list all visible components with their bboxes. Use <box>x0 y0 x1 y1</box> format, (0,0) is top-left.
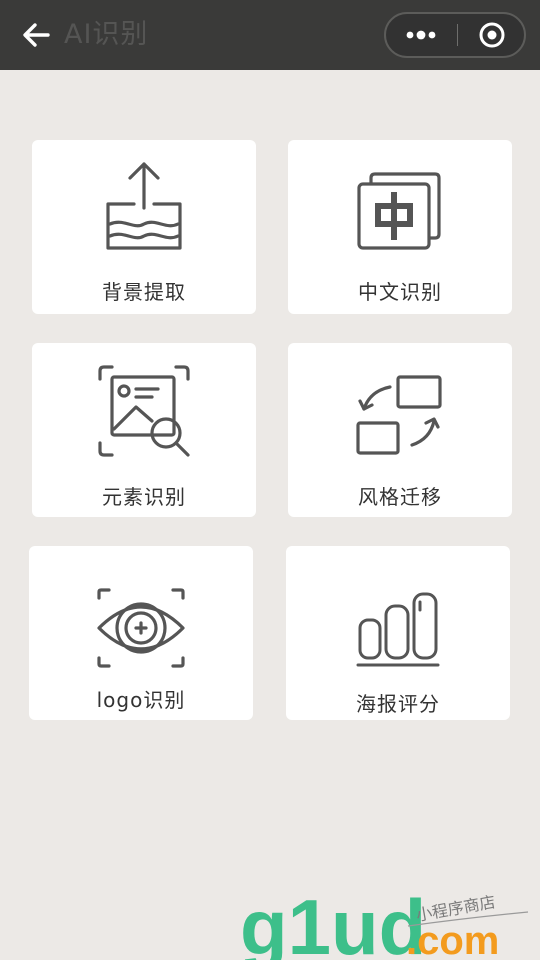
page-title: AI识别 <box>64 19 149 50</box>
back-button[interactable] <box>20 18 54 52</box>
chinese-char-card-icon <box>357 172 441 250</box>
feature-label: 中文识别 <box>358 280 442 304</box>
image-magnifier-icon <box>98 365 190 457</box>
arrow-left-icon <box>23 23 50 47</box>
upload-tray-icon <box>106 162 182 250</box>
feature-label: 元素识别 <box>102 485 186 509</box>
close-miniprogram-button[interactable] <box>458 14 526 56</box>
feature-label: 背景提取 <box>102 280 186 304</box>
feature-label: 风格迁移 <box>358 485 442 509</box>
feature-card-poster-score[interactable]: 海报评分 <box>286 546 510 720</box>
feature-card-background-extract[interactable]: 背景提取 <box>32 140 256 314</box>
capsule-menu <box>384 12 526 58</box>
feature-label: logo识别 <box>96 688 186 712</box>
watermark-logo: g1ud .com 小程序商店 <box>240 883 529 960</box>
eye-scan-icon <box>97 588 185 668</box>
target-circle-icon <box>479 22 505 48</box>
feature-card-element-recognition[interactable]: 元素识别 <box>32 343 256 517</box>
feature-card-logo-recognition[interactable]: logo识别 <box>29 546 253 720</box>
bar-meter-icon <box>356 592 440 667</box>
feature-card-style-transfer[interactable]: 风格迁移 <box>288 343 512 517</box>
swap-frames-icon <box>356 375 442 455</box>
navigation-bar: AI识别 <box>0 0 540 70</box>
watermark-domain: .com <box>406 919 499 960</box>
more-button[interactable] <box>386 14 456 56</box>
feature-card-chinese-recognition[interactable]: 中文识别 <box>288 140 512 314</box>
feature-label: 海报评分 <box>356 692 440 716</box>
more-dots-icon <box>406 30 436 40</box>
watermark-brand: g1ud <box>240 883 426 960</box>
